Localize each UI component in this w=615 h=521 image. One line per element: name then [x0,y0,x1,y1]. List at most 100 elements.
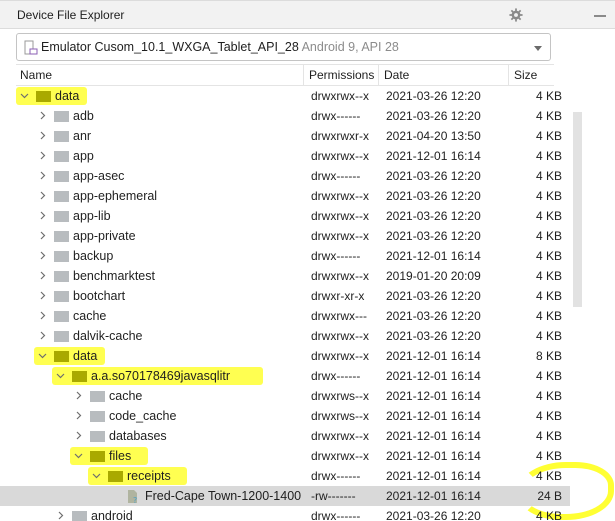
folder-row[interactable]: backup drwx------ 2021-12-01 16:14 4 KB [0,246,570,266]
chevron-right-icon[interactable] [56,511,65,520]
column-header-name[interactable]: Name [16,65,52,86]
folder-icon [54,311,69,322]
folder-row[interactable]: adb drwx------ 2021-03-26 12:20 4 KB [0,106,570,126]
permissions-cell: drwxr-xr-x [311,289,365,303]
permissions-cell: drwx------ [311,109,361,123]
folder-icon [72,511,87,521]
vertical-scrollbar[interactable] [573,112,582,307]
folder-row[interactable]: data drwxrwx--x 2021-03-26 12:20 4 KB [0,86,570,106]
folder-name: app-lib [73,209,111,223]
permissions-cell: drwx------ [311,249,361,263]
chevron-right-icon[interactable] [38,291,47,300]
chevron-right-icon[interactable] [38,131,47,140]
device-name: Emulator Cusom_10.1_WXGA_Tablet_API_28 [41,40,299,54]
size-cell: 24 B [537,489,562,503]
chevron-right-icon[interactable] [38,311,47,320]
size-cell: 8 KB [535,349,562,363]
folder-row[interactable]: files drwxrwx--x 2021-12-01 16:14 4 KB [0,446,570,466]
chevron-down-icon[interactable] [74,451,83,460]
folder-row[interactable]: dalvik-cache drwxrwx--x 2021-03-26 12:20 4 … [0,326,570,346]
folder-row[interactable]: app-private drwxrwx--x 2021-03-26 12:20 4 K… [0,226,570,246]
minimize-icon[interactable] [594,15,606,17]
folder-row[interactable]: data drwxrwx--x 2021-12-01 16:14 8 KB [0,346,570,366]
folder-row[interactable]: cache drwxrws--x 2021-12-01 16:14 4 KB [0,386,570,406]
file-name: Fred-Cape Town-1200-1400 [145,489,302,503]
folder-row[interactable]: app-asec drwx------ 2021-03-26 12:20 4 KB [0,166,570,186]
chevron-down-icon[interactable] [20,91,29,100]
permissions-cell: drwxrwx--x [311,89,369,103]
permissions-cell: drwx------ [311,369,361,383]
permissions-cell: drwxrwx--x [311,229,369,243]
column-separator[interactable] [378,65,379,86]
column-separator[interactable] [508,65,509,86]
date-cell: 2021-12-01 16:14 [386,409,481,423]
date-cell: 2021-03-26 12:20 [386,329,481,343]
column-header-permissions[interactable]: Permissions [305,65,374,86]
folder-icon [54,351,69,362]
folder-row[interactable]: cache drwxrwx--- 2021-03-26 12:20 4 KB [0,306,570,326]
gear-icon[interactable] [509,8,523,22]
chevron-right-icon[interactable] [38,331,47,340]
folder-icon [54,291,69,302]
chevron-right-icon[interactable] [38,151,47,160]
permissions-cell: drwxrwxr-x [311,129,369,143]
chevron-down-icon[interactable] [92,471,101,480]
column-header-date[interactable]: Date [380,65,409,86]
permissions-cell: drwxrwx--x [311,189,369,203]
date-cell: 2021-03-26 12:20 [386,209,481,223]
permissions-cell: drwx------ [311,469,361,483]
folder-row[interactable]: benchmarktest drwxrwx--x 2019-01-20 20:09 4… [0,266,570,286]
folder-row[interactable]: a.a.so70178469javasqlitr drwx------ 2021-1… [0,366,570,386]
folder-row[interactable]: databases drwxrwx--x 2021-12-01 16:14 4 KB [0,426,570,446]
chevron-right-icon[interactable] [38,271,47,280]
device-detail: Android 9, API 28 [301,40,399,54]
file-row[interactable]: ? Fred-Cape Town-1200-1400 -rw------- 2021-… [0,486,570,506]
chevron-down-icon[interactable] [534,46,542,51]
folder-name: data [55,89,80,103]
folder-icon [90,391,105,402]
permissions-cell: drwxrwx--x [311,449,369,463]
folder-icon [54,171,69,182]
chevron-right-icon[interactable] [74,411,83,420]
chevron-right-icon[interactable] [38,231,47,240]
date-cell: 2021-12-01 16:14 [386,429,481,443]
folder-row[interactable]: android drwx------ 2021-03-26 12:20 4 KB [0,506,570,521]
chevron-right-icon[interactable] [38,111,47,120]
chevron-right-icon[interactable] [38,251,47,260]
column-header-size[interactable]: Size [510,65,537,86]
size-cell: 4 KB [535,129,562,143]
date-cell: 2021-12-01 16:14 [386,449,481,463]
size-cell: 4 KB [535,289,562,303]
column-separator[interactable] [303,65,304,86]
permissions-cell: drwx------ [311,509,361,521]
folder-icon [72,371,87,382]
folder-row[interactable]: code_cache drwxrws--x 2021-12-01 16:14 4 KB [0,406,570,426]
chevron-right-icon[interactable] [74,391,83,400]
svg-text:?: ? [133,496,137,504]
chevron-down-icon[interactable] [56,371,65,380]
date-cell: 2021-12-01 16:14 [386,489,481,503]
folder-name: app-private [73,229,136,243]
folder-row[interactable]: bootchart drwxr-xr-x 2021-03-26 12:20 4 KB [0,286,570,306]
folder-row[interactable]: receipts drwx------ 2021-12-01 16:14 4 KB [0,466,570,486]
chevron-right-icon[interactable] [74,431,83,440]
chevron-right-icon[interactable] [38,171,47,180]
folder-icon [54,231,69,242]
folder-name: app-ephemeral [73,189,158,203]
chevron-right-icon[interactable] [38,191,47,200]
chevron-right-icon[interactable] [38,211,47,220]
folder-name: app-asec [73,169,125,183]
device-label: Emulator Cusom_10.1_WXGA_Tablet_API_28 A… [41,40,399,54]
size-cell: 4 KB [535,189,562,203]
folder-name: app [73,149,94,163]
folder-row[interactable]: anr drwxrwxr-x 2021-04-20 13:50 4 KB [0,126,570,146]
device-dropdown[interactable]: Emulator Cusom_10.1_WXGA_Tablet_API_28 A… [16,33,551,61]
chevron-down-icon[interactable] [38,351,47,360]
size-cell: 4 KB [535,109,562,123]
folder-row[interactable]: app drwxrwx--x 2021-12-01 16:14 4 KB [0,146,570,166]
folder-name: anr [73,129,92,143]
folder-row[interactable]: app-ephemeral drwxrwx--x 2021-03-26 12:20 4… [0,186,570,206]
folder-row[interactable]: app-lib drwxrwx--x 2021-03-26 12:20 4 KB [0,206,570,226]
size-cell: 4 KB [535,409,562,423]
date-cell: 2019-01-20 20:09 [386,269,481,283]
